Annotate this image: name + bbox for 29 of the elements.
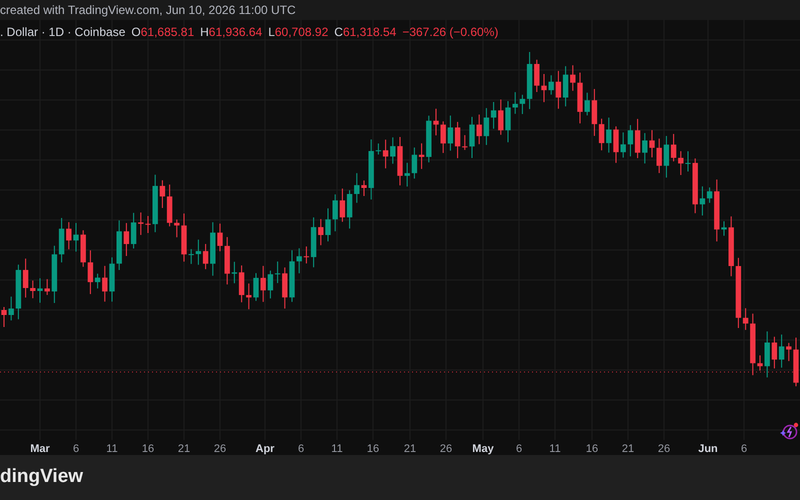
axis-label: 6 xyxy=(298,443,304,455)
axis-label: Apr xyxy=(256,443,274,455)
axis-label: 26 xyxy=(440,443,452,455)
logo-text: dingView xyxy=(0,465,84,490)
ohlc-value: O61,685.81 xyxy=(131,24,194,41)
axis-label: 21 xyxy=(178,443,190,455)
axis-label: Mar xyxy=(30,443,50,455)
axis-label: Jun xyxy=(698,443,718,455)
ohlc-value: H61,936.64 xyxy=(200,24,262,41)
ohlc-value: C61,318.54 xyxy=(334,24,396,41)
axis-label: May xyxy=(472,443,494,455)
ohlc-value: L60,708.92 xyxy=(268,24,328,41)
axis-label: 26 xyxy=(214,443,226,455)
change-value: −367.26 (−0.60%) xyxy=(402,24,498,41)
axis-label: 6 xyxy=(72,443,80,455)
axis-label: 21 xyxy=(404,443,416,455)
symbol-label: . Dollar · 1D · Coinbase xyxy=(0,24,126,41)
axis-label: 16 xyxy=(142,443,154,455)
axis-label: 6 xyxy=(740,443,748,455)
axis-label: 21 xyxy=(622,443,634,455)
axis-label: 26 xyxy=(658,443,670,455)
lightning-badge-icon xyxy=(779,422,799,440)
axis-label: 11 xyxy=(549,443,561,455)
header-text: created with TradingView.com, Jun 10, 2026 11:00 UTC xyxy=(0,2,296,19)
axis-label: 16 xyxy=(366,443,380,455)
axis-label: 16 xyxy=(586,443,598,455)
axis-label: 11 xyxy=(106,443,118,455)
axis-label: 11 xyxy=(331,443,343,455)
axis-label: 6 xyxy=(516,443,522,455)
